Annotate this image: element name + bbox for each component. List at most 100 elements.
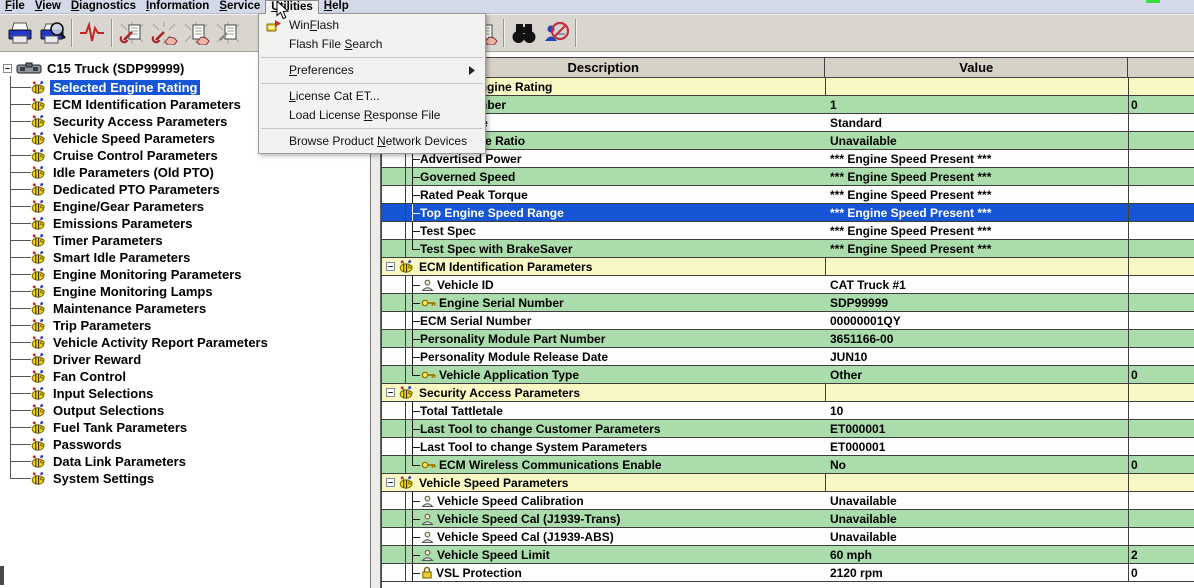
tree-connector xyxy=(10,376,31,377)
tree-item-fan-control[interactable]: Fan Control xyxy=(31,368,129,385)
menu-item-utilities[interactable]: Utilities xyxy=(265,0,319,14)
tree-tick xyxy=(406,276,420,293)
tree-item-label: Input Selections xyxy=(50,386,156,401)
toolbar-tool-doc-c-button[interactable] xyxy=(180,18,212,48)
table-row[interactable]: Advertised Power*** Engine Speed Present… xyxy=(382,150,1194,168)
tree-item-system-settings[interactable]: System Settings xyxy=(31,470,157,487)
utilities-menu-item-winflash[interactable]: WinFlash xyxy=(259,16,485,35)
tree-item-vehicle-activity-report-parameters[interactable]: Vehicle Activity Report Parameters xyxy=(31,334,271,351)
utilities-menu-item-flash-file-search[interactable]: Flash File Search xyxy=(259,35,485,54)
toolbar-print-button[interactable] xyxy=(4,18,36,48)
tree-root[interactable]: C15 Truck (SDP99999) xyxy=(3,60,184,77)
menu-item-label: License Cat ET... xyxy=(289,89,380,103)
tree-connector xyxy=(10,223,31,224)
table-group-row[interactable]: ECM Identification Parameters xyxy=(382,258,1194,276)
row-margin-cell xyxy=(382,402,406,419)
tree-item-emissions-parameters[interactable]: Emissions Parameters xyxy=(31,215,195,232)
table-group-row[interactable]: Vehicle Speed Parameters xyxy=(382,474,1194,492)
table-row[interactable]: Personality Module Release DateJUN10 xyxy=(382,348,1194,366)
row-extra-cell xyxy=(1129,312,1194,329)
table-row[interactable]: Engine Serial NumberSDP99999 xyxy=(382,294,1194,312)
tree-connector xyxy=(10,206,31,207)
table-row[interactable]: Test Spec*** Engine Speed Present *** xyxy=(382,222,1194,240)
utilities-menu-item-license-cat-et[interactable]: License Cat ET... xyxy=(259,87,485,106)
tree-item-trip-parameters[interactable]: Trip Parameters xyxy=(31,317,154,334)
toolbar-disconnect-button[interactable] xyxy=(540,18,572,48)
tree-item-idle-parameters-old-pto[interactable]: Idle Parameters (Old PTO) xyxy=(31,164,217,181)
tree-item-fuel-tank-parameters[interactable]: Fuel Tank Parameters xyxy=(31,419,190,436)
tree-item-maintenance-parameters[interactable]: Maintenance Parameters xyxy=(31,300,209,317)
tree-item-cruise-control-parameters[interactable]: Cruise Control Parameters xyxy=(31,147,221,164)
tree-item-engine-monitoring-lamps[interactable]: Engine Monitoring Lamps xyxy=(31,283,216,300)
menu-item-help[interactable]: Help xyxy=(319,0,354,14)
group-value-cell xyxy=(826,474,1129,491)
table-group-row[interactable]: Selected Engine Rating xyxy=(382,78,1194,96)
table-row[interactable]: ECM Wireless Communications EnableNo0 xyxy=(382,456,1194,474)
toolbar-waveform-button[interactable] xyxy=(76,18,108,48)
tree-item-engine-gear-parameters[interactable]: Engine/Gear Parameters xyxy=(31,198,207,215)
toolbar-binoculars-button[interactable] xyxy=(508,18,540,48)
menu-item-diagnostics[interactable]: Diagnostics xyxy=(66,0,141,14)
table-row[interactable]: Vehicle Speed CalibrationUnavailable xyxy=(382,492,1194,510)
menu-item-information[interactable]: Information xyxy=(141,0,214,14)
bee-icon xyxy=(31,149,46,162)
toolbar-print-preview-button[interactable] xyxy=(36,18,68,48)
tree-item-security-access-parameters[interactable]: Security Access Parameters xyxy=(31,113,230,130)
tree-item-input-selections[interactable]: Input Selections xyxy=(31,385,156,402)
table-row[interactable]: Rated Peak Torque*** Engine Speed Presen… xyxy=(382,186,1194,204)
table-row[interactable]: Vehicle IDCAT Truck #1 xyxy=(382,276,1194,294)
row-description-cell: Governed Speed xyxy=(406,168,826,185)
table-row[interactable]: Vehicle Speed Cal (J1939-Trans)Unavailab… xyxy=(382,510,1194,528)
tree-item-output-selections[interactable]: Output Selections xyxy=(31,402,167,419)
table-row[interactable]: Vehicle Speed Limit60 mph2 xyxy=(382,546,1194,564)
table-row[interactable]: Governed Speed*** Engine Speed Present *… xyxy=(382,168,1194,186)
toolbar-tool-doc-b-button[interactable] xyxy=(148,18,180,48)
tree-item-dedicated-pto-parameters[interactable]: Dedicated PTO Parameters xyxy=(31,181,223,198)
menu-item-service[interactable]: Service xyxy=(214,0,265,14)
toolbar-tool-doc-d-button[interactable] xyxy=(212,18,244,48)
bee-icon xyxy=(31,302,46,315)
tree-item-vehicle-speed-parameters[interactable]: Vehicle Speed Parameters xyxy=(31,130,218,147)
utilities-menu-item-preferences[interactable]: Preferences xyxy=(259,61,485,80)
param-name: ECM Serial Number xyxy=(420,314,531,328)
toolbar-tool-doc-a-button[interactable] xyxy=(116,18,148,48)
tree-item-ecm-identification-parameters[interactable]: ECM Identification Parameters xyxy=(31,96,244,113)
table-group-row[interactable]: Security Access Parameters xyxy=(382,384,1194,402)
tree-item-smart-idle-parameters[interactable]: Smart Idle Parameters xyxy=(31,249,193,266)
group-description-cell: ECM Identification Parameters xyxy=(382,258,826,275)
menu-item-view[interactable]: View xyxy=(30,0,66,14)
toolbar-separator xyxy=(503,19,505,47)
bee-icon xyxy=(31,251,46,264)
table-row[interactable]: Top Engine Speed Range*** Engine Speed P… xyxy=(382,204,1194,222)
row-margin-cell xyxy=(382,186,406,203)
table-row[interactable]: VSL Protection2120 rpm0 xyxy=(382,564,1194,582)
tree-item-passwords[interactable]: Passwords xyxy=(31,436,125,453)
tool-doc-a-icon xyxy=(118,21,146,45)
table-row[interactable]: Last Tool to change Customer ParametersE… xyxy=(382,420,1194,438)
person-icon xyxy=(421,531,434,543)
tree-item-selected-engine-rating[interactable]: Selected Engine Rating xyxy=(31,79,200,96)
table-row[interactable]: Rating TypeStandard xyxy=(382,114,1194,132)
row-margin-cell xyxy=(382,438,406,455)
row-description-cell: Total Tattletale xyxy=(406,402,826,419)
utilities-menu-item-load-license-response-file[interactable]: Load License Response File xyxy=(259,106,485,125)
table-row[interactable]: Vehicle Application TypeOther0 xyxy=(382,366,1194,384)
utilities-menu-item-browse-product-network-devices[interactable]: Browse Product Network Devices xyxy=(259,132,485,151)
table-row[interactable]: Multi-Torque RatioUnavailable xyxy=(382,132,1194,150)
tree-connector xyxy=(10,410,31,411)
scrollbar-fragment[interactable] xyxy=(0,566,4,585)
row-value-cell: *** Engine Speed Present *** xyxy=(826,150,1129,167)
table-row[interactable]: ECM Serial Number00000001QY xyxy=(382,312,1194,330)
table-row[interactable]: Test Spec with BrakeSaver*** Engine Spee… xyxy=(382,240,1194,258)
table-row[interactable]: Total Tattletale10 xyxy=(382,402,1194,420)
table-row[interactable]: Rating Number10 xyxy=(382,96,1194,114)
tree-item-data-link-parameters[interactable]: Data Link Parameters xyxy=(31,453,189,470)
tree-item-timer-parameters[interactable]: Timer Parameters xyxy=(31,232,166,249)
menu-item-file[interactable]: File xyxy=(0,0,30,14)
table-row[interactable]: Personality Module Part Number3651166-00 xyxy=(382,330,1194,348)
table-row[interactable]: Last Tool to change System ParametersET0… xyxy=(382,438,1194,456)
lock-icon xyxy=(421,566,433,579)
tree-item-engine-monitoring-parameters[interactable]: Engine Monitoring Parameters xyxy=(31,266,245,283)
table-row[interactable]: Vehicle Speed Cal (J1939-ABS)Unavailable xyxy=(382,528,1194,546)
tree-item-driver-reward[interactable]: Driver Reward xyxy=(31,351,144,368)
